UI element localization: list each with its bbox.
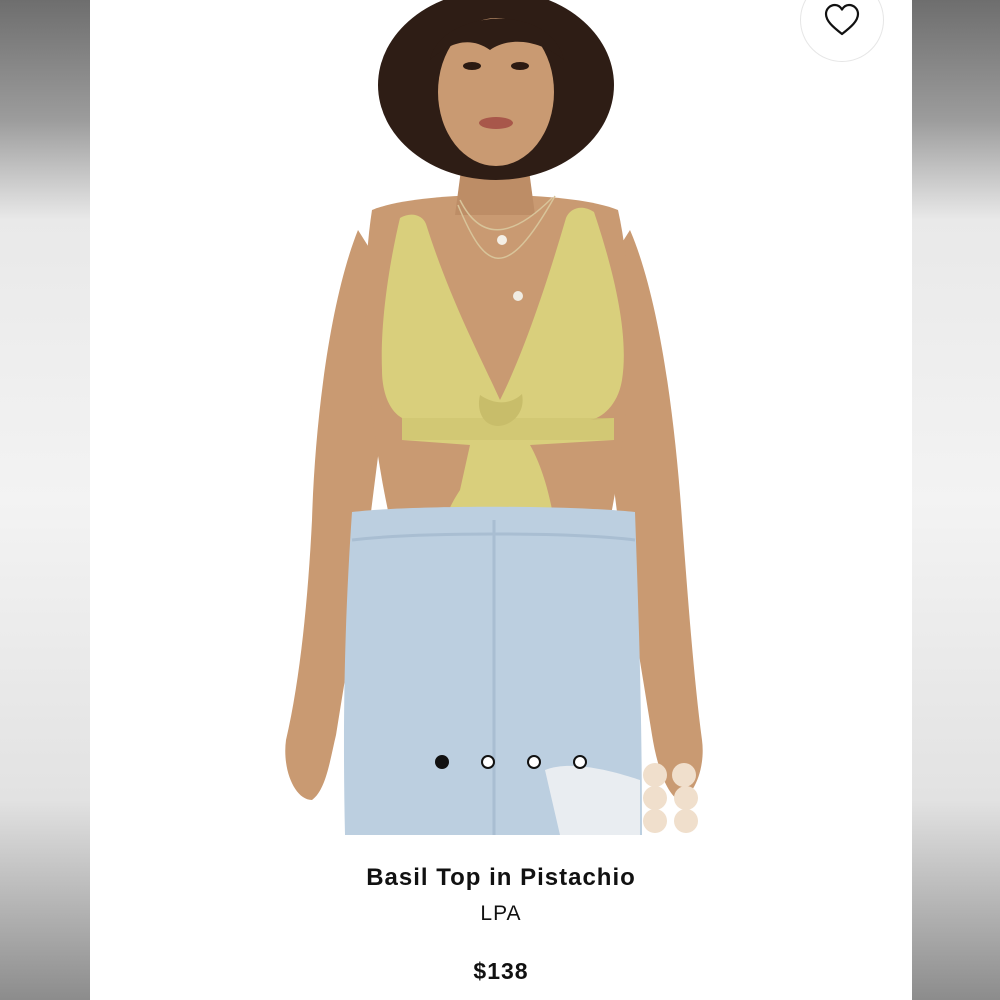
carousel-dot[interactable] <box>527 755 541 769</box>
product-image[interactable] <box>90 0 912 835</box>
product-price: $138 <box>473 958 529 984</box>
heart-outline-icon <box>824 3 860 36</box>
left-background-panel <box>0 0 90 1000</box>
right-background-panel <box>912 0 1000 1000</box>
product-title[interactable]: Basil Top in Pistachio <box>90 864 912 892</box>
carousel-indicators <box>90 755 912 773</box>
model-illustration <box>285 0 703 835</box>
product-brand[interactable]: LPA <box>90 902 912 926</box>
product-card: Basil Top in Pistachio LPA $138 <box>90 0 912 1000</box>
carousel-dot[interactable] <box>435 755 449 769</box>
carousel-dot[interactable] <box>481 755 495 769</box>
carousel-dot[interactable] <box>573 755 587 769</box>
